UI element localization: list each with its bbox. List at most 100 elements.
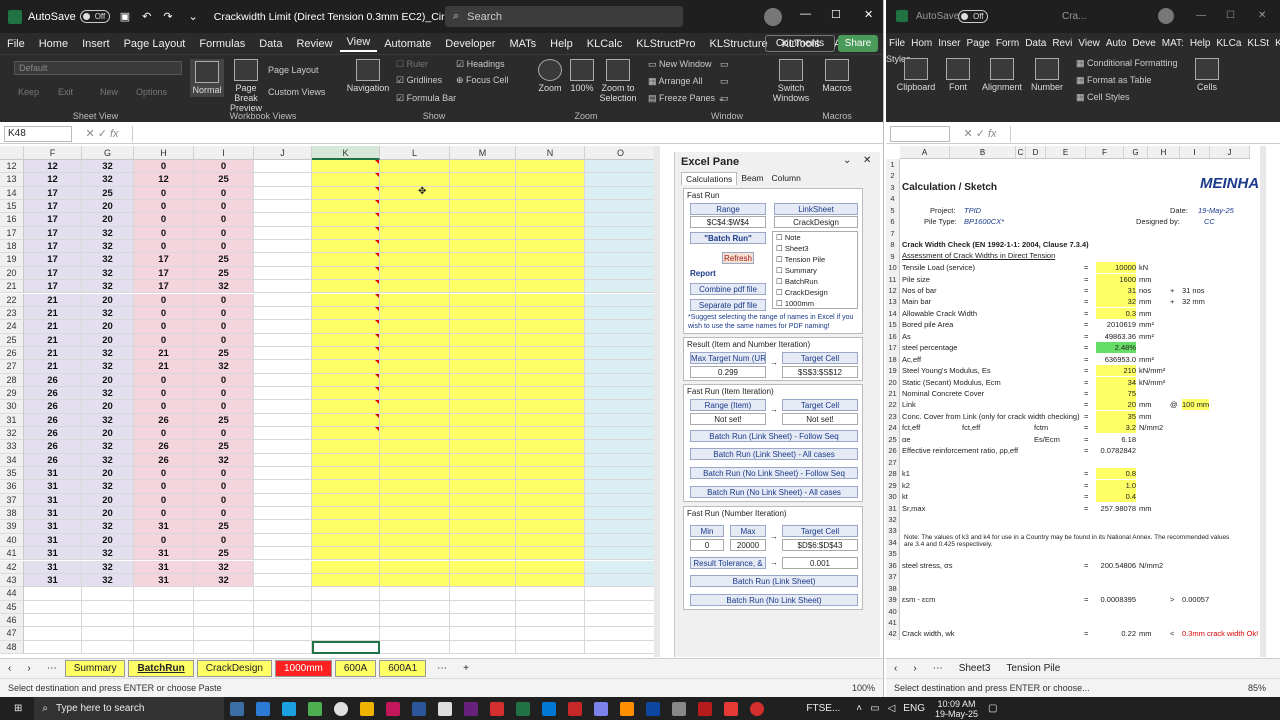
table-cell[interactable] [254, 253, 312, 267]
ruler-checkbox[interactable]: ☐ Ruler [396, 59, 428, 70]
right-menu-item[interactable]: Page [963, 38, 992, 49]
table-cell[interactable] [254, 160, 312, 174]
table-cell[interactable] [380, 360, 450, 374]
right-zoom-level[interactable]: 85% [1248, 683, 1266, 693]
table-cell[interactable]: 25 [194, 346, 254, 361]
right-row-header[interactable]: 16 [886, 330, 900, 343]
table-cell[interactable] [254, 507, 312, 521]
table-cell[interactable] [516, 213, 585, 227]
table-cell[interactable] [380, 453, 450, 468]
app-orange-icon[interactable] [620, 701, 635, 716]
batch-link-all-button[interactable]: Batch Run (Link Sheet) - All cases [690, 448, 858, 460]
table-cell[interactable]: 12 [24, 173, 82, 187]
table-cell[interactable] [516, 333, 585, 347]
headings-checkbox[interactable]: ☑ Headings [456, 59, 505, 70]
row-header[interactable]: 31 [0, 413, 24, 427]
min-button[interactable]: Min [690, 525, 724, 537]
right-row-header[interactable]: 25 [886, 433, 900, 446]
table-cell[interactable] [450, 360, 516, 374]
table-cell[interactable] [254, 333, 312, 347]
table-cell[interactable]: 0 [134, 507, 194, 521]
checkbox-icon[interactable]: ☐ [776, 277, 785, 286]
table-cell[interactable] [450, 293, 516, 307]
table-cell[interactable] [380, 400, 450, 414]
table-cell[interactable]: 0 [134, 306, 194, 321]
row-header[interactable]: 40 [0, 533, 24, 548]
table-cell[interactable] [516, 413, 585, 427]
pane-dropdown-icon[interactable]: ⌄ [843, 155, 851, 166]
table-cell[interactable] [254, 373, 312, 387]
row-header[interactable]: 48 [0, 640, 24, 654]
table-cell[interactable] [312, 453, 380, 468]
calc-value[interactable]: 0.3 [1096, 307, 1136, 319]
table-cell[interactable]: 26 [134, 413, 194, 427]
table-cell[interactable] [516, 360, 585, 374]
app-m-icon[interactable] [386, 701, 401, 716]
calc-value[interactable]: 257.98078 [1096, 503, 1136, 514]
table-cell[interactable] [450, 186, 516, 201]
undo-icon[interactable]: ↶ [142, 10, 151, 23]
table-cell[interactable] [585, 160, 657, 174]
table-cell[interactable]: 21 [24, 320, 82, 334]
right-row-header[interactable]: 3 [886, 181, 900, 194]
clock[interactable]: 10:09 AM 19-May-25 [935, 699, 978, 719]
table-cell[interactable]: 32 [82, 346, 134, 361]
table-cell[interactable] [312, 440, 380, 454]
autosave-toggle[interactable]: Off [958, 10, 988, 23]
table-cell[interactable] [450, 547, 516, 561]
table-cell[interactable]: 31 [24, 480, 82, 494]
table-cell[interactable] [380, 280, 450, 294]
table-cell[interactable] [134, 613, 194, 628]
table-cell[interactable] [380, 346, 450, 361]
table-cell[interactable]: 0 [194, 320, 254, 334]
right-row-header[interactable]: 17 [886, 342, 900, 354]
right-row-header[interactable]: 12 [886, 284, 900, 297]
table-cell[interactable] [312, 253, 380, 267]
right-column-header[interactable]: B [950, 146, 1016, 159]
tolerance-button[interactable]: Result Tolerance, & [690, 557, 766, 569]
conditional-formatting-button[interactable]: ▦ Conditional Formatting [1076, 58, 1178, 69]
table-cell[interactable] [24, 587, 82, 601]
right-formula-input[interactable] [1010, 125, 1280, 142]
table-cell[interactable] [516, 293, 585, 307]
table-cell[interactable]: 17 [24, 253, 82, 267]
num-batch-link-button[interactable]: Batch Run (Link Sheet) [690, 575, 858, 587]
table-cell[interactable]: 20 [82, 373, 134, 387]
new-window-button[interactable]: ▭ New Window [648, 59, 712, 70]
table-cell[interactable]: 32 [194, 280, 254, 294]
table-cell[interactable] [254, 266, 312, 281]
table-cell[interactable]: 25 [194, 173, 254, 187]
table-cell[interactable]: 31 [134, 560, 194, 574]
table-cell[interactable]: 26 [134, 453, 194, 468]
calc-value[interactable]: 0.4 [1096, 491, 1136, 503]
table-cell[interactable] [585, 386, 657, 401]
row-header[interactable]: 13 [0, 173, 24, 187]
right-column-header[interactable]: I [1180, 146, 1210, 159]
table-cell[interactable] [312, 587, 380, 601]
table-cell[interactable]: 32 [82, 266, 134, 281]
table-cell[interactable] [516, 507, 585, 521]
checkbox-icon[interactable]: ☐ [776, 266, 785, 275]
custom-views-button[interactable]: Custom Views [268, 87, 325, 97]
table-cell[interactable] [516, 440, 585, 454]
table-cell[interactable]: 0 [134, 186, 194, 201]
table-cell[interactable] [312, 240, 380, 254]
tab-crackdesign[interactable]: CrackDesign [196, 660, 272, 677]
table-cell[interactable] [380, 480, 450, 494]
column-header-l[interactable]: L [380, 146, 450, 160]
right-column-header[interactable]: F [1086, 146, 1124, 159]
table-cell[interactable] [24, 600, 82, 614]
table-cell[interactable] [585, 533, 657, 548]
table-cell[interactable]: 26 [24, 386, 82, 401]
calc-value[interactable]: 49863.36 [1096, 331, 1136, 342]
table-cell[interactable] [585, 587, 657, 601]
right-row-header[interactable]: 23 [886, 410, 900, 423]
menu-view[interactable]: View [339, 36, 378, 52]
calc-value[interactable]: 2010619 [1096, 319, 1136, 330]
table-cell[interactable] [516, 253, 585, 267]
table-cell[interactable]: 17 [24, 226, 82, 241]
table-cell[interactable] [380, 200, 450, 214]
table-cell[interactable]: 32 [82, 573, 134, 588]
calc-value[interactable]: 34 [1096, 376, 1136, 388]
table-cell[interactable] [380, 320, 450, 334]
